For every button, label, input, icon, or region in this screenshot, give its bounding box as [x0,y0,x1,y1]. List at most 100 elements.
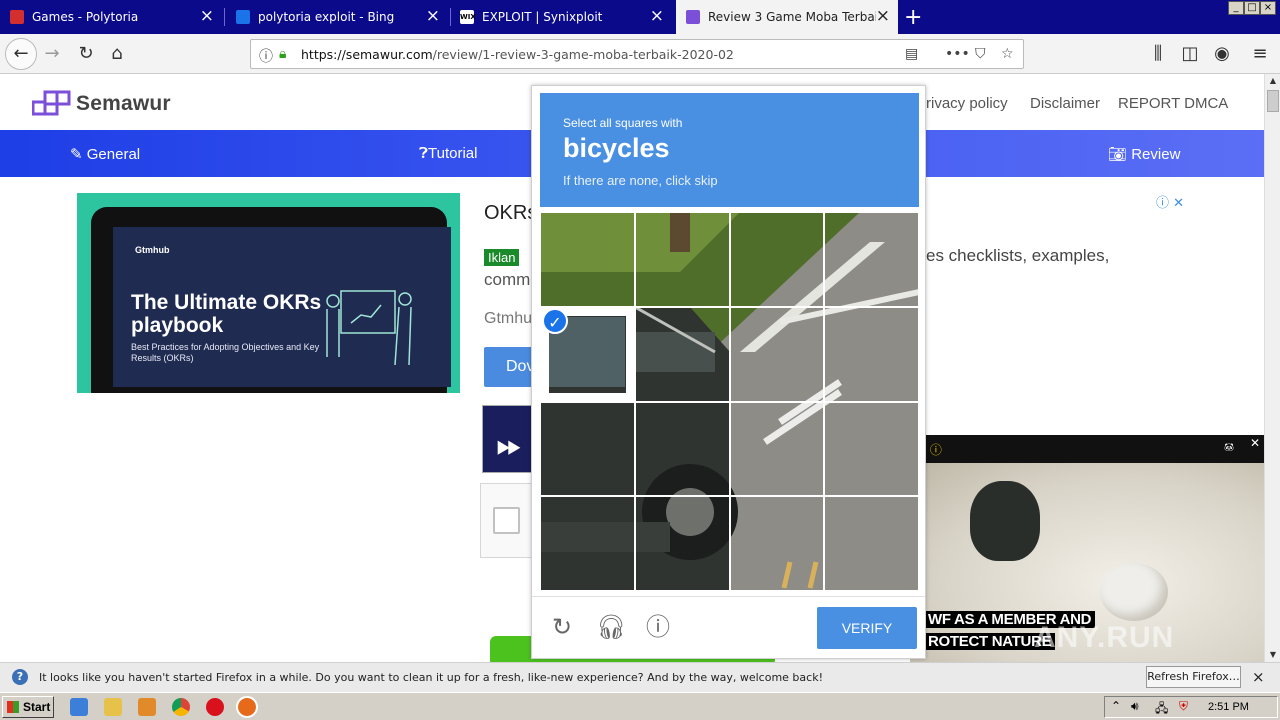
library-icon[interactable]: ⫼ [1144,40,1172,68]
new-tab-button[interactable]: + [904,5,922,30]
captcha-target: bicycles [563,133,670,163]
ad-title[interactable]: OKRs [484,202,537,225]
back-button[interactable]: ← [5,38,37,70]
captcha-tile[interactable] [540,212,635,307]
maximize-button[interactable]: □ [1244,1,1260,15]
question-icon: ? [12,669,28,685]
refresh-firefox-button[interactable]: Refresh Firefox… [1146,666,1241,688]
captcha-tile[interactable] [824,306,919,402]
ad-image[interactable]: Gtmhub The Ultimate OKRs playbook Best P… [77,193,460,393]
scroll-up-icon[interactable]: ▲ [1266,74,1280,88]
page-scrollbar[interactable]: ▲ ▼ [1264,74,1280,662]
scroll-thumb[interactable] [1267,90,1279,112]
semawur-logo-icon[interactable] [32,90,72,118]
captcha-tile[interactable] [540,496,635,591]
captcha-tile[interactable] [824,496,919,591]
captcha-tile[interactable] [634,212,730,307]
question-icon: ❓︎ [419,145,429,162]
firefox-notification-bar: ? It looks like you haven't started Fire… [0,662,1280,692]
menu-icon[interactable]: ≡ [1246,40,1274,68]
report-dmca-link[interactable]: REPORT DMCA [1118,95,1228,112]
ie-icon[interactable] [70,698,88,716]
tab-label: Games - Polytoria [32,10,139,24]
captcha-tile-layer [540,212,919,591]
chrome-icon[interactable] [172,698,190,716]
tab-bing[interactable]: polytoria exploit - Bing × [226,0,448,34]
turtle-image [970,481,1040,561]
scroll-down-icon[interactable]: ▼ [1266,648,1280,662]
windows-logo-icon [7,701,19,713]
page-actions-icon[interactable]: ••• [945,46,970,62]
home-button[interactable]: ⌂ [103,40,131,68]
nav-general[interactable]: ✎ General [70,145,140,163]
sidebar-icon[interactable]: ◫ [1176,40,1204,68]
captcha-tile[interactable] [634,401,730,497]
security-alert-icon[interactable]: ⛨ [1179,699,1188,714]
tab-polytoria[interactable]: Games - Polytoria × [0,0,222,34]
clock: 2:51 PM [1208,701,1249,713]
close-icon[interactable]: ✕ [1250,436,1260,450]
close-icon[interactable]: × [876,8,890,25]
network-icon[interactable]: 🖧 [1155,699,1168,720]
close-notification-icon[interactable]: × [1252,668,1265,686]
ad-advertiser: Gtmhu [484,310,533,327]
url-text: https://semawur.com/review/1-review-3-ga… [301,47,734,62]
captcha-tile[interactable] [634,306,730,402]
media-icon[interactable] [138,698,156,716]
close-icon[interactable]: × [426,8,440,25]
close-window-button[interactable]: × [1260,1,1276,15]
help-info-icon[interactable]: ⓘ [644,613,672,641]
tab-label: Review 3 Game Moba Terbaik 2020 [708,10,876,24]
privacy-policy-link[interactable]: rivacy policy [926,95,1008,112]
captcha-tile[interactable] [540,401,635,497]
site-logo-text[interactable]: Semawur [76,92,171,116]
captcha-tile[interactable] [729,401,825,497]
nav-review[interactable]: 📷︎ Review [1108,145,1180,163]
url-bar[interactable]: ⓘ 🔒︎ https://semawur.com/review/1-review… [250,39,1024,69]
tab-semawur[interactable]: Review 3 Game Moba Terbaik 2020 × [676,0,898,34]
start-button[interactable]: Start [2,696,54,718]
account-icon[interactable]: ◉ [1208,40,1236,68]
captcha-tile[interactable] [729,306,825,402]
captcha-tile[interactable] [824,212,919,307]
camera-icon: 📷︎ [1108,146,1128,163]
disclaimer-link[interactable]: Disclaimer [1030,95,1100,112]
captcha-tile[interactable] [824,401,919,497]
bookmark-star-icon[interactable]: ☆ [1001,46,1014,62]
wix-icon: WIX [460,10,476,24]
tab-label: polytoria exploit - Bing [258,10,395,24]
nav-tutorial[interactable]: ❓︎Tutorial [419,145,477,162]
captcha-tile[interactable] [634,496,730,591]
captcha-tile[interactable] [729,496,825,591]
captcha-header: Select all squares with bicycles If ther… [540,93,919,207]
side-ad[interactable]: ⊛ ⓘ ✕ 🐼︎ WF AS A MEMBER AND ROTECT NATUR… [910,435,1264,662]
forward-button[interactable]: → [38,40,66,68]
verify-button[interactable]: VERIFY [817,607,917,649]
pocket-icon[interactable]: ⛉ [975,46,986,62]
folder-icon[interactable] [104,698,122,716]
tab-synixploit[interactable]: WIX EXPLOIT | Synixploit × [450,0,672,34]
reload-challenge-icon[interactable]: ↻ [548,613,576,641]
polytoria-icon [10,10,24,24]
recaptcha-checkbox[interactable] [493,507,520,534]
ad-brand-logo: Gtmhub [135,245,170,255]
info-icon[interactable]: ⓘ [259,46,273,66]
captcha-tile[interactable] [729,212,825,307]
minimize-button[interactable]: _ [1228,1,1244,15]
tray-expand-icon[interactable]: ⌃ [1111,699,1121,713]
reader-view-icon[interactable]: ▤ [905,46,918,62]
ad-image-title: The Ultimate OKRs playbook [131,291,322,337]
captcha-hint: If there are none, click skip [563,173,718,188]
adchoices-icon[interactable]: ⓘ ✕ [1156,192,1184,211]
lock-icon: 🔒︎ [279,46,287,62]
opera-icon[interactable] [206,698,224,716]
web-page: Semawur rivacy policy Disclaimer REPORT … [0,74,1264,662]
firefox-icon[interactable] [236,696,258,718]
ad-badge: Iklan [484,249,520,266]
anyrun-watermark: ANY.RUN [1034,621,1175,654]
audio-challenge-icon[interactable]: 🎧︎ [596,613,626,641]
volume-icon[interactable]: 🔊︎ [1131,699,1139,714]
close-icon[interactable]: × [200,8,214,25]
reload-button[interactable]: ↻ [72,40,100,68]
close-icon[interactable]: × [650,8,664,25]
